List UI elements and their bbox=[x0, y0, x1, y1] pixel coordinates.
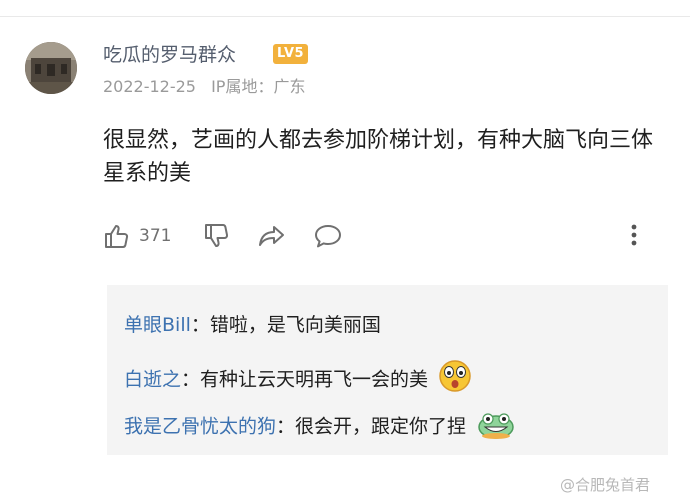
share-button[interactable] bbox=[257, 222, 287, 250]
reply-text: ：有种让云天明再飞一会的美 bbox=[181, 368, 429, 391]
post-meta: 2022-12-25 IP属地：广东 bbox=[103, 76, 315, 98]
thumbs-up-icon bbox=[105, 225, 129, 248]
like-button[interactable]: 371 bbox=[103, 222, 171, 250]
like-count: 371 bbox=[139, 226, 172, 246]
reply-author[interactable]: 白逝之 bbox=[124, 369, 181, 391]
reply-text: ：错啦，是飞向美丽国 bbox=[190, 314, 381, 336]
more-button[interactable] bbox=[624, 222, 644, 250]
comment-text: 很显然，艺画的人都去参加阶梯计划，有种大脑飞向三体星系的美 bbox=[103, 128, 654, 186]
reply-button[interactable] bbox=[313, 222, 343, 250]
action-bar: 371 bbox=[103, 219, 369, 253]
username[interactable]: 吃瓜的罗马群众 bbox=[103, 43, 236, 67]
reply-author[interactable]: 单眼Bill bbox=[124, 314, 191, 336]
reply-item[interactable]: 白逝之：有种让云天明再飞一会的美 bbox=[124, 359, 472, 401]
more-vertical-icon bbox=[631, 224, 637, 246]
comment-icon bbox=[315, 225, 342, 248]
reply-author[interactable]: 我是乙骨忧太的狗 bbox=[124, 416, 276, 438]
level-badge: LV5 bbox=[273, 44, 309, 64]
dislike-button[interactable] bbox=[203, 222, 231, 250]
surprised-face-emoji bbox=[438, 359, 472, 401]
reply-text: ：很会开，跟定你了捏 bbox=[276, 415, 467, 438]
ip-location: IP属地：广东 bbox=[211, 77, 306, 96]
share-icon bbox=[259, 226, 285, 246]
thumbs-down-icon bbox=[205, 224, 229, 247]
avatar[interactable] bbox=[25, 42, 77, 94]
grinning-cat-emoji bbox=[476, 407, 516, 447]
post-date: 2022-12-25 bbox=[103, 77, 196, 96]
watermark: @合肥兔首君 bbox=[560, 476, 651, 494]
top-divider bbox=[0, 16, 690, 17]
reply-item[interactable]: 我是乙骨忧太的狗：很会开，跟定你了捏 bbox=[124, 407, 516, 447]
replies-box[interactable]: 单眼Bill：错啦，是飞向美丽国 白逝之：有种让云天明再飞一会的美 我是乙骨忧太… bbox=[107, 285, 668, 455]
reply-item[interactable]: 单眼Bill：错啦，是飞向美丽国 bbox=[124, 311, 381, 339]
